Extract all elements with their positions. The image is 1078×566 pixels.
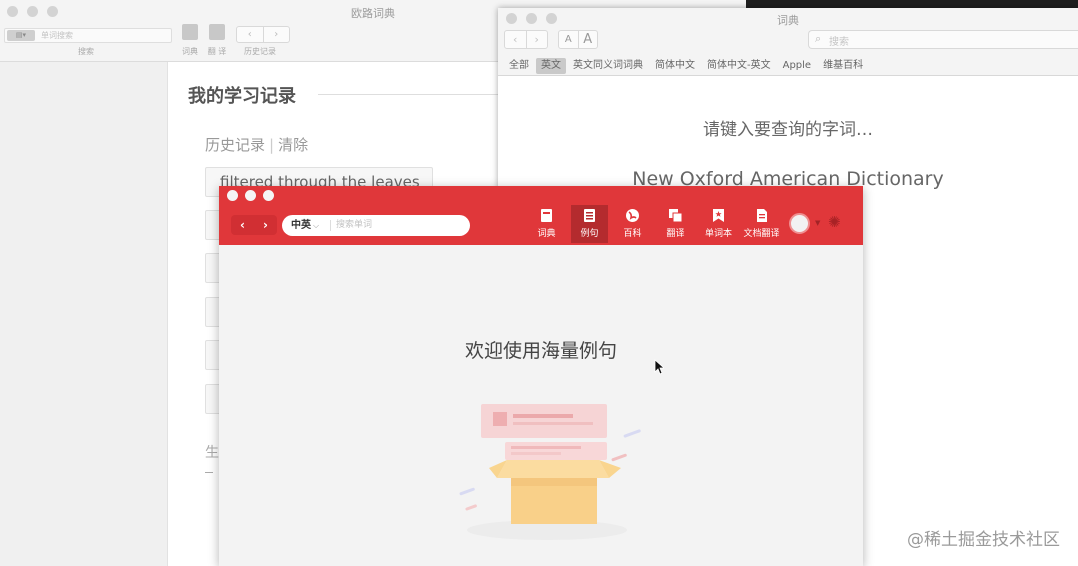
clear-link[interactable]: 清除 xyxy=(278,136,308,154)
search-placeholder: 搜索单词 xyxy=(336,220,373,230)
chevron-down-icon[interactable]: ▼ xyxy=(815,219,820,227)
language-label: 中英 xyxy=(291,220,311,231)
document-icon xyxy=(757,209,767,222)
youdao-window: ‹ › 中英 ⌵ 搜索单词 词典 例句 百科 翻译 单词本 文档翻译 ▼ ✺ 欢迎使用海量例… xyxy=(219,186,863,566)
list-icon xyxy=(584,209,595,222)
chevron-down-icon: ⌵ xyxy=(313,221,320,230)
language-select[interactable]: 中英 ⌵ xyxy=(291,215,319,236)
wordbook-icon xyxy=(713,209,724,222)
divider xyxy=(318,94,518,95)
back-button[interactable]: ‹ xyxy=(231,215,254,235)
gear-icon[interactable]: ✺ xyxy=(828,213,841,231)
back-button[interactable]: ‹ xyxy=(237,27,263,42)
search-label: 搜索 xyxy=(78,47,94,56)
dictionary-titlebar: 词典 ‹ › A A ⌕ 搜索 全部 英文 英文同义词词典 简体中文 简体中文-英文 Ap… xyxy=(498,8,1078,76)
history-nav: ‹ › xyxy=(236,26,290,43)
dictionary-tab[interactable]: 英文 xyxy=(536,58,566,74)
back-button[interactable]: ‹ xyxy=(505,31,526,48)
divider xyxy=(205,472,213,473)
dictionary-tab[interactable]: 全部 xyxy=(504,58,534,74)
separator: | xyxy=(269,136,275,154)
dictionary-tab[interactable]: 维基百科 xyxy=(818,58,868,74)
eudic-search-input[interactable]: ▤▾ 单词搜索 xyxy=(4,28,172,43)
font-size-control: A A xyxy=(558,30,598,49)
history-label: 历史记录 xyxy=(205,136,266,154)
section-label: 生 xyxy=(205,445,219,461)
eudic-sidebar xyxy=(0,62,168,566)
youdao-search-input[interactable]: 中英 ⌵ 搜索单词 xyxy=(282,215,470,236)
avatar[interactable] xyxy=(789,213,810,234)
tab-label: 翻译 xyxy=(666,229,685,239)
translate-icon xyxy=(209,24,225,40)
page-title: 我的学习记录 xyxy=(188,86,296,107)
divider xyxy=(330,220,331,231)
forward-button[interactable]: › xyxy=(525,31,548,48)
translate-tool-button[interactable]: 翻 译 xyxy=(207,24,227,56)
lookup-prompt: 请键入要查询的字词… xyxy=(703,120,873,140)
youdao-nav: ‹ › xyxy=(231,215,277,235)
dictionary-nav: ‹ › xyxy=(504,30,548,49)
youdao-feature-tabs: 词典 例句 百科 翻译 单词本 文档翻译 xyxy=(525,205,783,243)
translate-tool-label: 翻 译 xyxy=(207,47,227,56)
forward-button[interactable]: › xyxy=(262,27,290,42)
window-title: 词典 xyxy=(777,14,799,27)
tab-label: 百科 xyxy=(623,229,642,239)
dictionary-tab[interactable]: 简体中文-英文 xyxy=(702,58,776,74)
watermark: @稀土掘金技术社区 xyxy=(907,530,1060,550)
dictionary-source-tabs: 全部 英文 英文同义词词典 简体中文 简体中文-英文 Apple 维基百科 xyxy=(504,58,868,74)
search-placeholder: 搜索 xyxy=(829,37,849,48)
dictionary-tab[interactable]: 英文同义词词典 xyxy=(568,58,648,74)
forward-button[interactable]: › xyxy=(254,215,277,235)
book-icon xyxy=(541,209,552,222)
font-smaller-button[interactable]: A xyxy=(559,31,578,48)
mouse-cursor-icon xyxy=(654,359,664,375)
youdao-toolbar: ‹ › 中英 ⌵ 搜索单词 词典 例句 百科 翻译 单词本 文档翻译 ▼ ✺ xyxy=(219,186,863,245)
dict-tool-button[interactable]: 词典 xyxy=(180,24,200,56)
search-mode-dropdown[interactable]: ▤▾ xyxy=(7,30,35,41)
font-larger-button[interactable]: A xyxy=(577,31,598,48)
tab-wordbook[interactable]: 单词本 xyxy=(697,205,740,243)
tab-globe[interactable]: 百科 xyxy=(611,205,654,243)
tab-document[interactable]: 文档翻译 xyxy=(740,205,783,243)
minimize-button[interactable] xyxy=(245,190,256,201)
tab-label: 词典 xyxy=(537,229,556,239)
tab-list[interactable]: 例句 xyxy=(571,205,608,243)
welcome-message: 欢迎使用海量例句 xyxy=(464,340,617,362)
youdao-window-controls xyxy=(227,190,274,201)
zoom-button[interactable] xyxy=(263,190,274,201)
tab-label: 例句 xyxy=(580,229,599,239)
tab-label: 单词本 xyxy=(704,229,732,239)
history-header: 历史记录 | 清除 xyxy=(205,134,308,155)
empty-box-illustration xyxy=(459,404,641,540)
search-icon: ⌕ xyxy=(815,32,822,45)
globe-icon xyxy=(626,209,639,222)
tab-translate[interactable]: 翻译 xyxy=(654,205,697,243)
dictionary-search-input[interactable]: ⌕ 搜索 xyxy=(808,30,1078,49)
search-placeholder: 单词搜索 xyxy=(41,31,73,40)
tab-label: 文档翻译 xyxy=(743,229,780,239)
history-nav-label: 历史记录 xyxy=(244,47,276,56)
close-button[interactable] xyxy=(227,190,238,201)
book-icon xyxy=(182,24,198,40)
dictionary-tab[interactable]: Apple xyxy=(778,58,816,74)
dictionary-tab[interactable]: 简体中文 xyxy=(650,58,700,74)
tab-book[interactable]: 词典 xyxy=(525,205,568,243)
translate-icon xyxy=(669,209,683,223)
